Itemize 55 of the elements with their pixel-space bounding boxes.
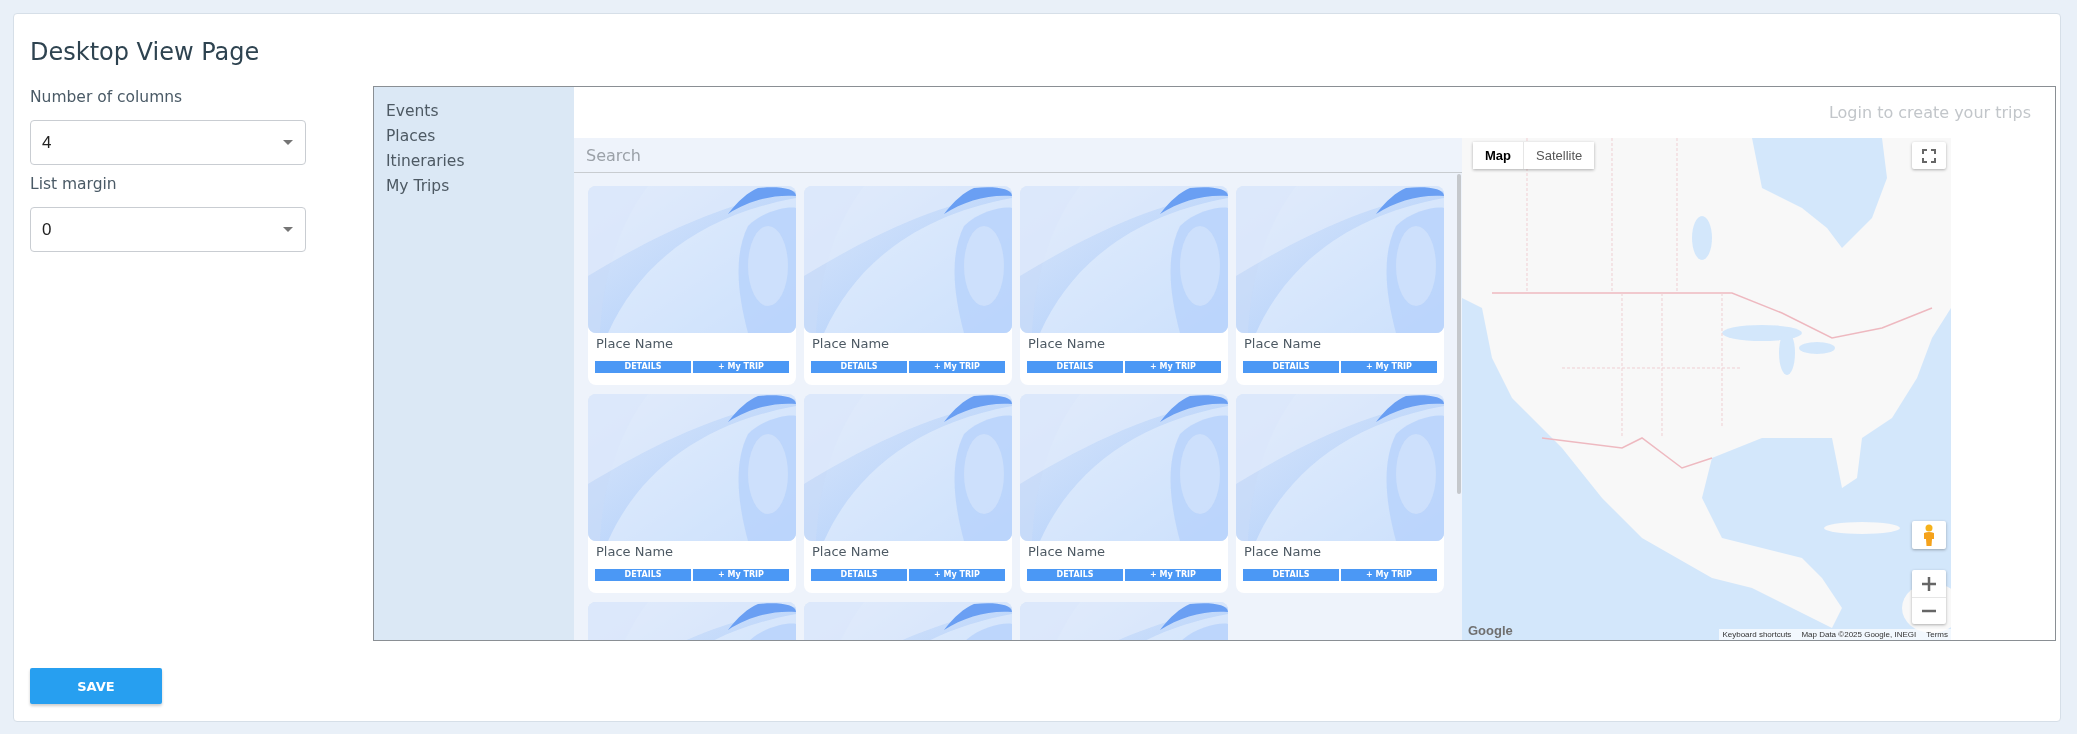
place-card[interactable]: Place Name DETAILS + My TRIP	[804, 394, 1012, 593]
place-card[interactable]: Place Name DETAILS + My TRIP	[1236, 186, 1444, 385]
plus-icon	[1922, 576, 1936, 591]
card-action-button[interactable]: DETAILS	[595, 361, 691, 373]
map-footer-link[interactable]: Terms	[1926, 630, 1948, 639]
field-label: List margin	[30, 174, 117, 195]
card-action-button[interactable]: DETAILS	[1243, 569, 1339, 581]
place-name: Place Name	[1027, 543, 1107, 561]
card-action-button[interactable]: + My TRIP	[1125, 569, 1221, 581]
card-action-button[interactable]: DETAILS	[811, 569, 907, 581]
dropdown-field[interactable]: 4	[30, 120, 306, 165]
place-name: Place Name	[811, 335, 891, 353]
card-action-button[interactable]: + My TRIP	[693, 569, 789, 581]
card-action-button[interactable]: + My TRIP	[1341, 361, 1437, 373]
map-type-tab[interactable]: Map	[1473, 142, 1523, 169]
map-logo: Google	[1468, 623, 1513, 638]
card-action-button[interactable]: DETAILS	[1027, 361, 1123, 373]
place-card[interactable]: Place Name DETAILS + My TRIP	[588, 394, 796, 593]
scrollbar[interactable]	[1457, 174, 1461, 494]
card-action-button[interactable]: + My TRIP	[693, 361, 789, 373]
nav-item[interactable]: Events	[386, 99, 439, 124]
place-name: Place Name	[811, 543, 891, 561]
card-action-button[interactable]: DETAILS	[811, 361, 907, 373]
place-name: Place Name	[595, 335, 675, 353]
card-action-button[interactable]: + My TRIP	[909, 569, 1005, 581]
page-title: Desktop View Page	[30, 37, 260, 68]
map-footer-link[interactable]: Map Data ©2025 Google, INEGI	[1801, 630, 1917, 639]
dropdown-field[interactable]: 0	[30, 207, 306, 252]
map-footer-link[interactable]: Keyboard shortcuts	[1722, 630, 1792, 639]
fullscreen-button[interactable]	[1912, 142, 1946, 169]
place-card[interactable]: Place Name DETAILS + My TRIP	[1020, 186, 1228, 385]
card-action-button[interactable]: + My TRIP	[1125, 361, 1221, 373]
map-type-tab[interactable]: Satellite	[1523, 142, 1595, 169]
nav-item[interactable]: My Trips	[386, 174, 450, 199]
card-action-button[interactable]: DETAILS	[1027, 569, 1123, 581]
card-action-button[interactable]: + My TRIP	[1341, 569, 1437, 581]
place-name: Place Name	[1243, 543, 1323, 561]
person-icon	[1923, 524, 1935, 546]
place-card[interactable]: Place Name DETAILS + My TRIP	[804, 186, 1012, 385]
field-label: Number of columns	[30, 87, 183, 108]
caret-icon	[283, 140, 293, 145]
card-action-button[interactable]: DETAILS	[1243, 361, 1339, 373]
card-action-button[interactable]: DETAILS	[595, 569, 691, 581]
place-name: Place Name	[1027, 335, 1107, 353]
nav-item[interactable]: Itineraries	[386, 149, 465, 174]
place-card[interactable]: Place Name DETAILS + My TRIP	[1020, 394, 1228, 593]
place-name: Place Name	[595, 543, 675, 561]
place-card[interactable]: Place Name DETAILS + My TRIP	[1236, 394, 1444, 593]
nav-item[interactable]: Places	[386, 124, 436, 149]
caret-icon	[283, 227, 293, 232]
fullscreen-icon	[1922, 148, 1936, 163]
minus-icon	[1922, 609, 1936, 613]
place-card[interactable]: Place Name DETAILS + My TRIP	[588, 186, 796, 385]
card-action-button[interactable]: + My TRIP	[909, 361, 1005, 373]
place-name: Place Name	[1243, 335, 1323, 353]
